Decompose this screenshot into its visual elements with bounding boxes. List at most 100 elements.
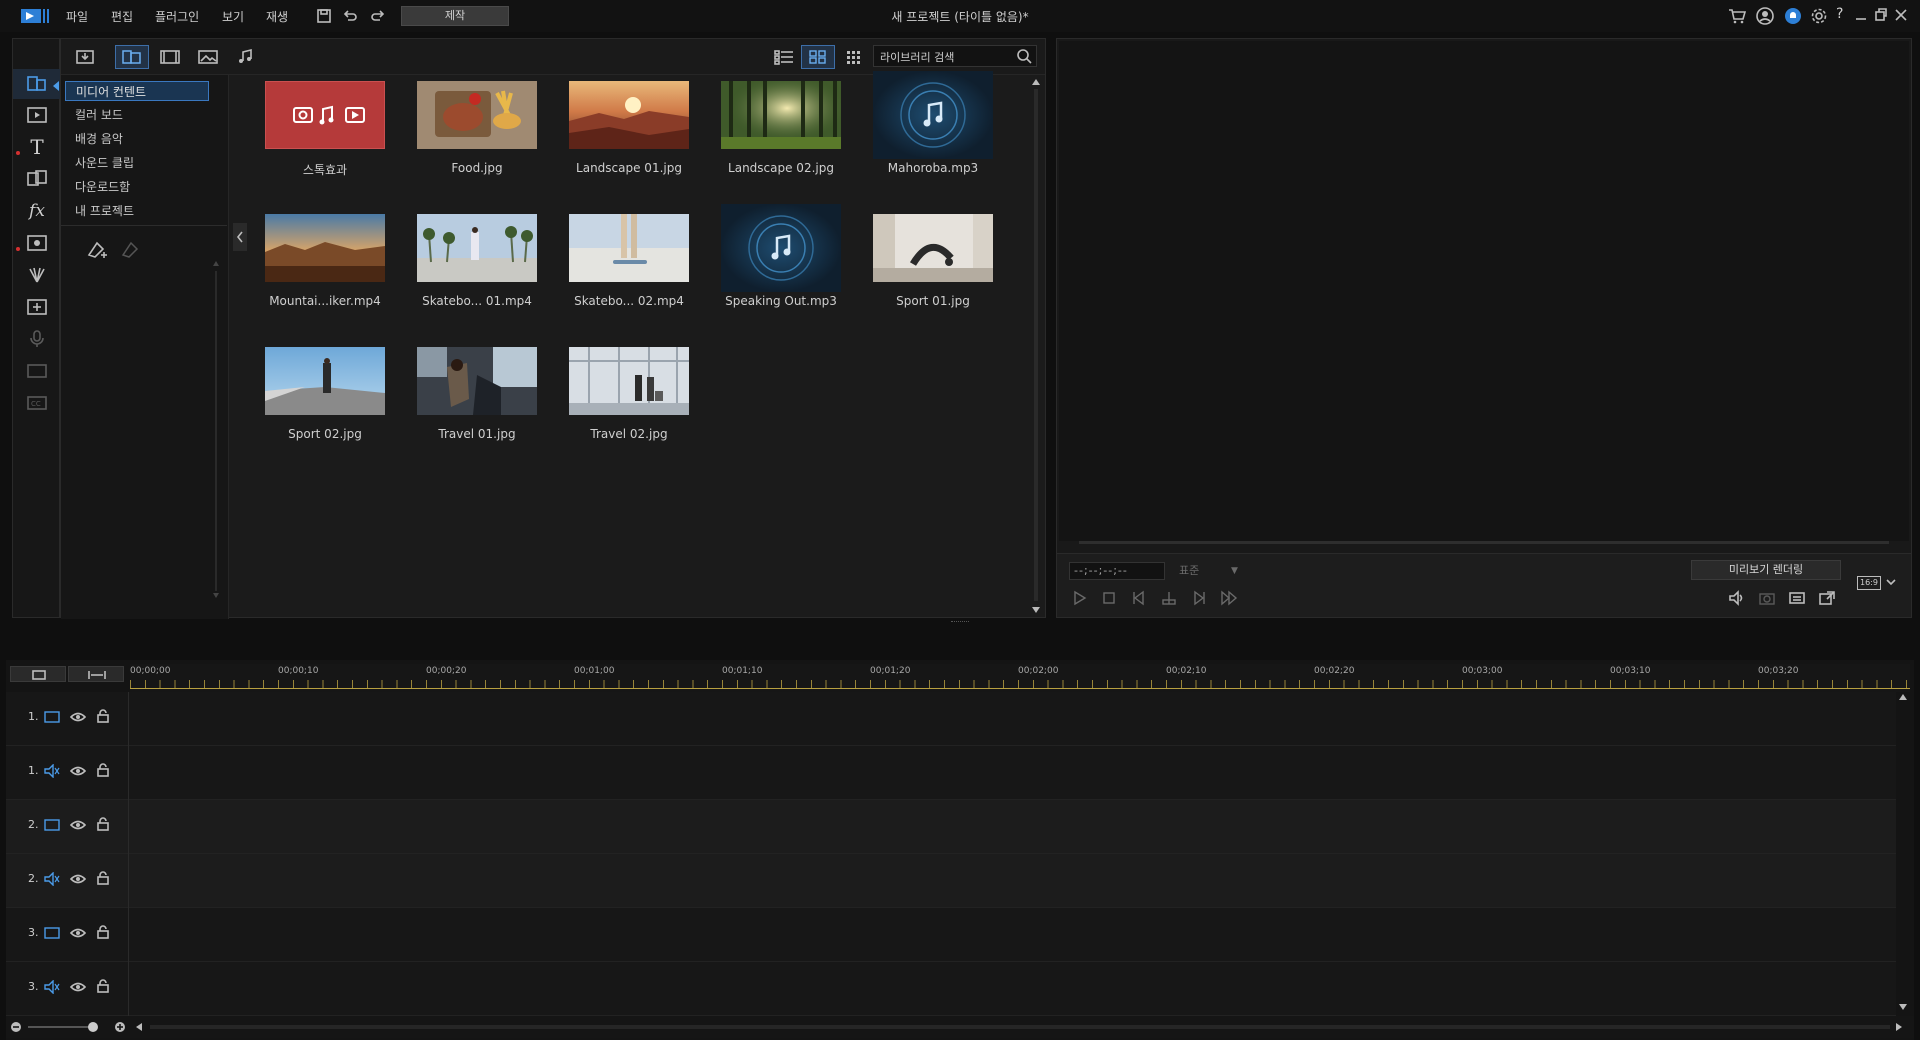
- menu-view[interactable]: 보기: [222, 8, 244, 25]
- aspect-ratio-button[interactable]: 16:9: [1857, 576, 1881, 590]
- voice-over-icon[interactable]: [25, 327, 49, 351]
- media-item[interactable]: Travel 02.jpg: [567, 347, 691, 471]
- chevron-down-icon[interactable]: [1885, 576, 1897, 588]
- volume-icon[interactable]: [1727, 588, 1747, 608]
- particle-room-icon[interactable]: [25, 263, 49, 287]
- collapse-panel-button[interactable]: [233, 223, 247, 251]
- lock-icon[interactable]: [96, 925, 110, 939]
- category-downloads[interactable]: 다운로드함: [65, 177, 209, 197]
- help-icon[interactable]: ?: [1836, 6, 1843, 22]
- add-tag-icon[interactable]: [85, 239, 109, 261]
- lock-icon[interactable]: [96, 817, 110, 831]
- category-my-projects[interactable]: 내 프로젝트: [65, 201, 209, 221]
- restore-icon[interactable]: [1874, 7, 1888, 23]
- media-grid-scrollbar[interactable]: [1031, 79, 1041, 615]
- category-background-music[interactable]: 배경 음악: [65, 129, 209, 149]
- next-frame-icon[interactable]: [1189, 588, 1209, 608]
- media-filter-all-icon[interactable]: [115, 45, 149, 69]
- zoom-out-icon[interactable]: [10, 1021, 22, 1033]
- fast-forward-icon[interactable]: [1219, 588, 1239, 608]
- preview-quality-select[interactable]: 표준 ▼: [1175, 562, 1245, 580]
- image-filter-icon[interactable]: [191, 45, 225, 69]
- video-filter-icon[interactable]: [153, 45, 187, 69]
- eye-icon[interactable]: [70, 818, 86, 832]
- thumbnail-size-icon[interactable]: [837, 45, 871, 69]
- timeline-horizontal-scrollbar[interactable]: [150, 1025, 1890, 1029]
- notification-icon[interactable]: [1784, 7, 1802, 25]
- effects-room-icon[interactable]: fx: [25, 199, 49, 223]
- undo-icon[interactable]: [342, 8, 358, 24]
- category-scrollbar[interactable]: [213, 261, 219, 601]
- category-color-board[interactable]: 컬러 보드: [65, 105, 209, 125]
- title-room-icon[interactable]: T: [25, 135, 49, 159]
- account-icon[interactable]: [1756, 7, 1774, 25]
- media-item[interactable]: 스톡효과: [263, 81, 387, 205]
- fit-timeline-icon[interactable]: [68, 666, 124, 682]
- menu-edit[interactable]: 편집: [111, 8, 133, 25]
- eye-icon[interactable]: [70, 980, 86, 994]
- lock-icon[interactable]: [96, 709, 110, 723]
- split-icon[interactable]: [1159, 588, 1179, 608]
- media-room-icon[interactable]: [25, 72, 49, 96]
- search-icon[interactable]: [1016, 48, 1032, 64]
- zoom-in-icon[interactable]: [114, 1021, 126, 1033]
- media-item[interactable]: Food.jpg: [415, 81, 539, 205]
- preview-scrubber[interactable]: [1079, 541, 1889, 544]
- media-item[interactable]: Sport 02.jpg: [263, 347, 387, 471]
- lock-icon[interactable]: [96, 871, 110, 885]
- timecode-display[interactable]: --;--;--;--: [1069, 562, 1165, 580]
- category-sound-clips[interactable]: 사운드 클립: [65, 153, 209, 173]
- snapshot-camera-icon[interactable]: [1757, 588, 1777, 608]
- storyboard-toggle-icon[interactable]: [10, 666, 66, 682]
- preview-render-button[interactable]: 미리보기 렌더링: [1691, 560, 1841, 580]
- video-track-3[interactable]: 3.: [6, 908, 1896, 962]
- media-item[interactable]: Sport 01.jpg: [871, 214, 995, 338]
- redo-icon[interactable]: [370, 8, 386, 24]
- audio-filter-icon[interactable]: [229, 45, 263, 69]
- lock-icon[interactable]: [96, 979, 110, 993]
- menu-playback[interactable]: 재생: [266, 8, 288, 25]
- menu-plugins[interactable]: 플러그인: [155, 8, 199, 25]
- video-track-1[interactable]: 1.: [6, 692, 1896, 746]
- audio-track-1[interactable]: 1.: [6, 746, 1896, 800]
- template-room-icon[interactable]: [25, 103, 49, 127]
- library-search-input[interactable]: [878, 48, 1012, 66]
- chapter-room-icon[interactable]: [25, 359, 49, 383]
- zoom-slider[interactable]: [28, 1026, 92, 1028]
- minimize-icon[interactable]: [1854, 7, 1868, 23]
- category-media-content[interactable]: 미디어 컨텐트: [65, 81, 209, 101]
- grid-view-icon[interactable]: [801, 45, 835, 69]
- scroll-right-icon[interactable]: [1894, 1021, 1904, 1033]
- scroll-left-icon[interactable]: [134, 1021, 144, 1033]
- eye-icon[interactable]: [70, 872, 86, 886]
- transition-room-icon[interactable]: [25, 167, 49, 191]
- close-icon[interactable]: [1894, 7, 1908, 23]
- menu-file[interactable]: 파일: [66, 8, 88, 25]
- media-item[interactable]: Landscape 01.jpg: [567, 81, 691, 205]
- timeline-ruler[interactable]: 00;00;00 00;00;10 00;00;20 00;01;00 00;0…: [130, 664, 1910, 692]
- audio-track-3[interactable]: 3.: [6, 962, 1896, 1016]
- media-item[interactable]: Mahoroba.mp3: [871, 71, 995, 205]
- media-item[interactable]: Speaking Out.mp3: [719, 204, 843, 338]
- undock-preview-icon[interactable]: [1817, 588, 1837, 608]
- media-item[interactable]: Travel 01.jpg: [415, 347, 539, 471]
- remove-tag-icon[interactable]: [119, 239, 143, 261]
- timeline-vertical-scrollbar[interactable]: [1898, 694, 1908, 1014]
- zoom-slider-thumb[interactable]: [88, 1022, 98, 1032]
- produce-button[interactable]: 제작: [401, 6, 509, 26]
- cart-icon[interactable]: [1728, 8, 1746, 24]
- media-item[interactable]: Skatebo... 02.mp4: [567, 214, 691, 338]
- save-icon[interactable]: [316, 8, 332, 24]
- media-item[interactable]: Mountai...iker.mp4: [263, 214, 387, 338]
- media-item[interactable]: Landscape 02.jpg: [719, 81, 843, 205]
- audio-track-2[interactable]: 2.: [6, 854, 1896, 908]
- pip-designer-icon[interactable]: [25, 295, 49, 319]
- vertical-splitter-handle[interactable]: [951, 621, 969, 623]
- settings-gear-icon[interactable]: [1810, 7, 1828, 25]
- overlay-room-icon[interactable]: [25, 231, 49, 255]
- lock-icon[interactable]: [96, 763, 110, 777]
- subtitle-room-icon[interactable]: CC: [25, 391, 49, 415]
- list-view-icon[interactable]: [767, 45, 801, 69]
- previous-frame-icon[interactable]: [1129, 588, 1149, 608]
- eye-icon[interactable]: [70, 926, 86, 940]
